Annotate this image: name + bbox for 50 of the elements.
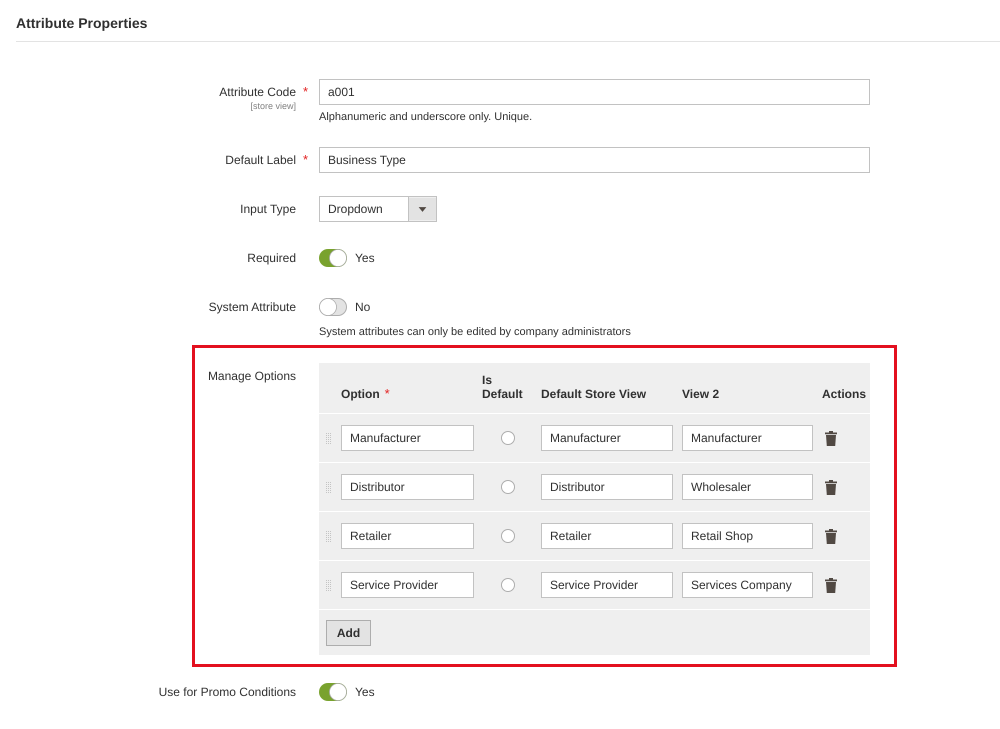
field-note: Alphanumeric and underscore only. Unique. bbox=[319, 110, 534, 124]
add-button[interactable]: Add bbox=[326, 620, 371, 646]
text-field[interactable]: Retailer bbox=[341, 523, 474, 549]
required-mark: * bbox=[303, 151, 310, 169]
text-field[interactable]: Service Provider bbox=[541, 572, 673, 598]
text-field[interactable]: a001 bbox=[319, 79, 870, 105]
trash-icon[interactable] bbox=[825, 480, 837, 494]
required-mark: * bbox=[384, 387, 390, 401]
text-field[interactable]: Service Provider bbox=[341, 572, 474, 598]
section-title: Attribute Properties bbox=[16, 14, 148, 32]
text-field[interactable]: Business Type bbox=[319, 147, 870, 173]
column-header: Option bbox=[341, 387, 380, 401]
field-label: Manage Options bbox=[208, 368, 296, 385]
radio-button[interactable] bbox=[500, 529, 514, 543]
text-field[interactable]: Services Company bbox=[682, 572, 813, 598]
field-label: Input Type bbox=[240, 201, 296, 218]
toggle-switch[interactable] bbox=[319, 298, 347, 316]
field-label: Default Label bbox=[225, 152, 296, 169]
trash-icon[interactable] bbox=[825, 430, 837, 446]
column-header: View 2 bbox=[682, 387, 720, 401]
text-field[interactable]: Wholesaler bbox=[682, 474, 813, 500]
column-header: Actions bbox=[822, 387, 866, 401]
field-note: System attributes can only be edited by company administrators bbox=[319, 325, 631, 339]
field-label: Required bbox=[247, 250, 296, 267]
toggle-switch[interactable] bbox=[319, 249, 347, 267]
text-field[interactable]: Retailer bbox=[541, 523, 673, 549]
toggle-value-label: Yes bbox=[355, 684, 375, 701]
text-field[interactable]: Distributor bbox=[341, 474, 474, 500]
column-header: Is Default bbox=[482, 373, 524, 401]
toggle-value-label: Yes bbox=[355, 250, 375, 267]
text-field[interactable]: Manufacturer bbox=[682, 425, 813, 451]
text-field[interactable]: Manufacturer bbox=[341, 425, 474, 451]
scope-label: [store view] bbox=[250, 101, 296, 111]
toggle-switch[interactable] bbox=[319, 683, 347, 701]
caret-down-icon[interactable] bbox=[408, 197, 436, 221]
text-field[interactable]: Distributor bbox=[541, 474, 673, 500]
text-field[interactable]: Retail Shop bbox=[682, 523, 813, 549]
column-header: Default Store View bbox=[541, 387, 646, 401]
select-field[interactable]: Dropdown bbox=[319, 196, 437, 222]
trash-icon[interactable] bbox=[825, 578, 837, 592]
toggle-value-label: No bbox=[355, 299, 370, 316]
field-label: Attribute Code bbox=[219, 84, 296, 101]
radio-button[interactable] bbox=[500, 480, 514, 494]
radio-button[interactable] bbox=[500, 431, 514, 445]
field-label: System Attribute bbox=[208, 299, 296, 316]
trash-icon[interactable] bbox=[825, 528, 837, 544]
required-mark: * bbox=[303, 83, 310, 101]
text-field[interactable]: Manufacturer bbox=[541, 425, 673, 451]
field-label: Use for Promo Conditions bbox=[158, 684, 296, 701]
radio-button[interactable] bbox=[500, 578, 514, 592]
